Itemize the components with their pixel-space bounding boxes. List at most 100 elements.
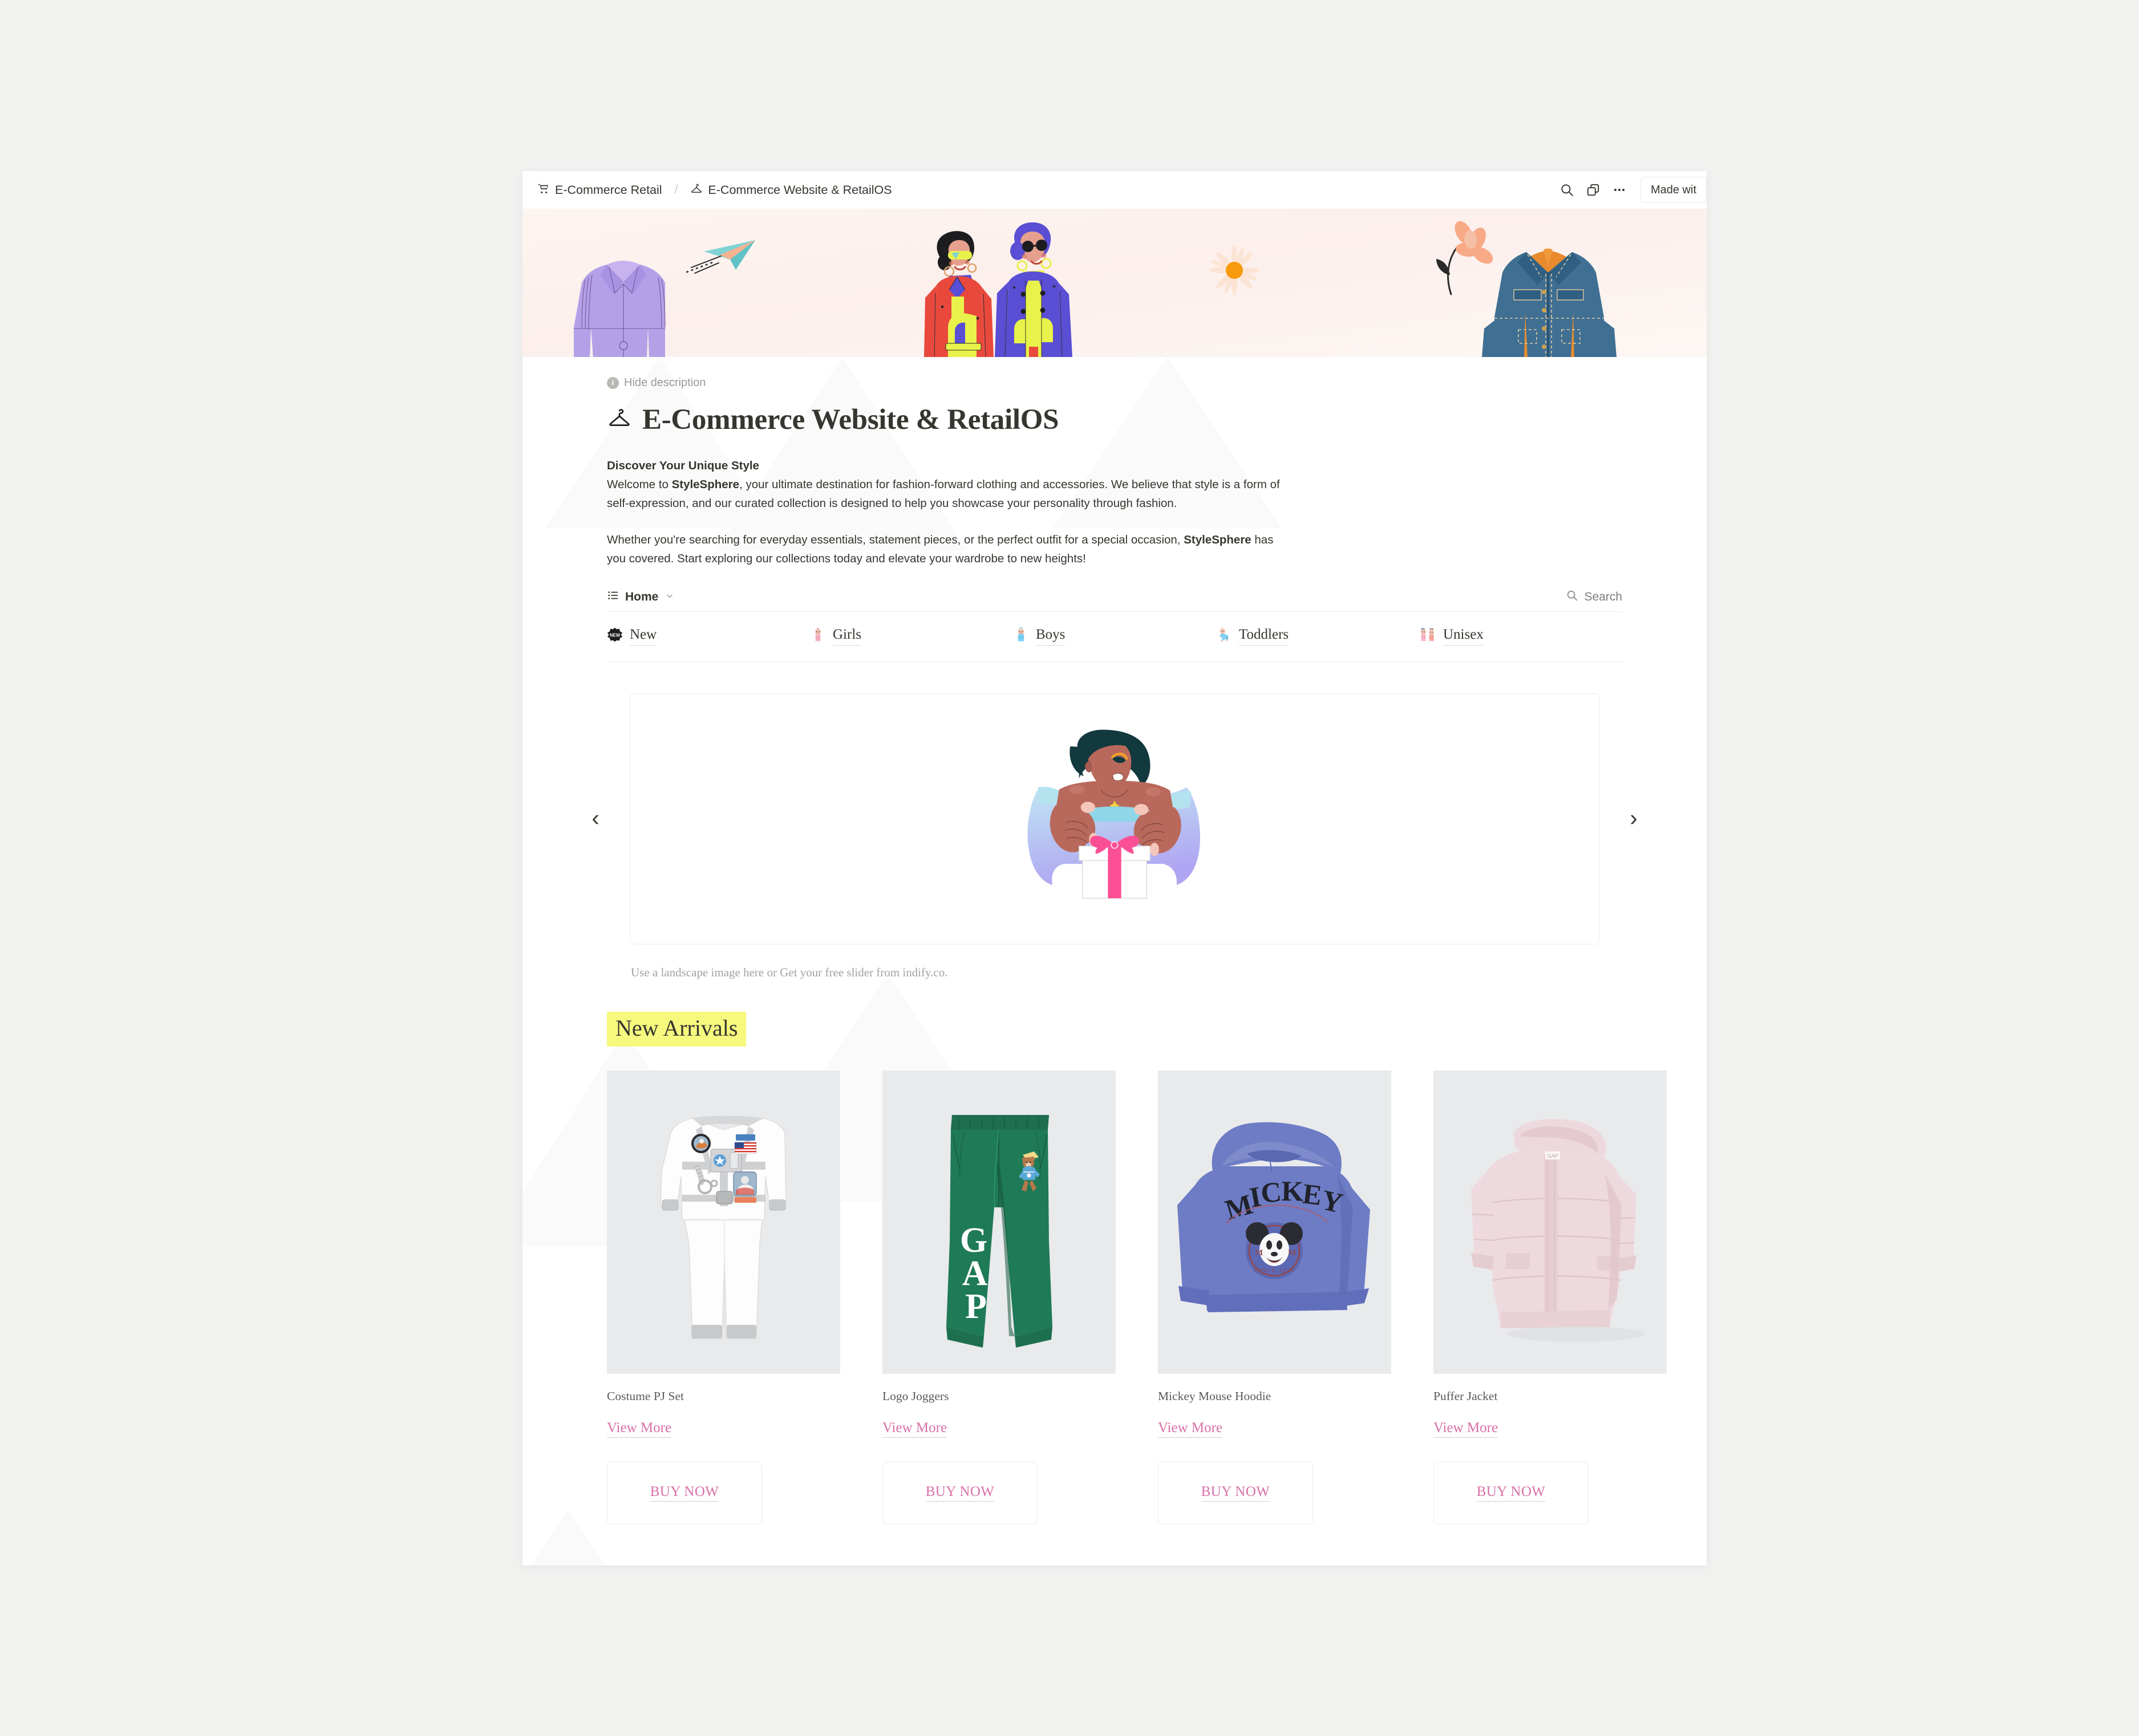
category-tab-label: Toddlers [1239,627,1289,646]
description-paragraph-2: Whether you're searching for everyday es… [607,530,1291,568]
product-card[interactable]: GAP Puffer Jacket View More BUY NOW [1433,1070,1667,1524]
svg-text:C: C [1259,1175,1283,1209]
svg-text:SINCE 1928: SINCE 1928 [1254,1267,1295,1274]
buy-now-label: BUY NOW [650,1484,719,1502]
product-card[interactable]: M I C K E Y M M SINCE 1928 Mickey Mouse … [1158,1070,1391,1524]
two-children-icon [1419,627,1436,645]
product-title: Puffer Jacket [1433,1389,1498,1403]
more-options-icon[interactable] [1606,177,1632,203]
view-more-link[interactable]: View More [1433,1420,1498,1438]
baby-girl-icon [810,627,826,645]
hide-description-toggle[interactable]: i Hide description [607,357,1622,390]
view-search-label: Search [1584,590,1622,603]
category-tab-label: Unisex [1443,627,1484,646]
category-tabs: NEW New Girls Boys Toddlers Unisex [607,612,1622,662]
view-more-link[interactable]: View More [607,1420,672,1438]
list-view-icon [607,589,619,605]
top-bar-actions: Made wit [1554,177,1707,203]
pink-puffer-jacket-illustration: GAP [1433,1070,1667,1374]
buy-now-label: BUY NOW [1476,1484,1546,1502]
cover-banner[interactable] [522,209,1707,357]
page-title[interactable]: E-Commerce Website & RetailOS [642,403,1059,436]
buy-now-button[interactable]: BUY NOW [1158,1461,1313,1524]
woman-holding-gift-illustration [1027,729,1200,899]
category-tab-toddlers[interactable]: Toddlers [1216,627,1419,646]
carousel-prev-button[interactable]: ‹ [580,803,611,835]
chevron-left-icon: ‹ [592,806,599,832]
search-icon [1566,589,1578,605]
category-tab-new[interactable]: NEW New [607,627,810,646]
clothes-hanger-icon [690,182,703,197]
svg-text:NEW: NEW [610,633,621,638]
product-title: Costume PJ Set [607,1389,684,1403]
desc-p1-pre: Welcome to [607,477,672,491]
new-badge-icon: NEW [607,627,623,645]
made-with-label: Made wit [1650,183,1696,196]
svg-text:M: M [1255,1248,1263,1258]
new-arrivals-label: New Arrivals [615,1015,738,1041]
carousel-slide[interactable] [630,693,1599,944]
category-tab-label: Girls [833,627,861,646]
made-with-badge[interactable]: Made wit [1640,177,1707,203]
carousel-next-button[interactable]: › [1618,803,1650,835]
chevron-down-icon[interactable] [665,591,674,603]
category-tab-unisex[interactable]: Unisex [1419,627,1622,646]
astronaut-costume-pajama-set-illustration [607,1070,840,1374]
hero-carousel: ‹ › [592,685,1638,953]
buy-now-button[interactable]: BUY NOW [1433,1461,1589,1524]
baby-boy-icon [1013,627,1029,645]
page-body: i Hide description E-Commerce Website & … [522,357,1707,1565]
info-icon: i [607,377,619,389]
cover-illustration [522,209,1707,357]
blue-mickey-mouse-hoodie-illustration: M I C K E Y M M SINCE 1928 [1158,1070,1391,1374]
hide-description-label: Hide description [624,376,706,389]
shopping-cart-icon [537,182,550,197]
buy-now-label: BUY NOW [925,1484,995,1502]
buy-now-label: BUY NOW [1201,1484,1270,1502]
buy-now-button[interactable]: BUY NOW [607,1461,762,1524]
category-tab-label: Boys [1036,627,1066,646]
category-tab-boys[interactable]: Boys [1013,627,1216,646]
carousel-caption: Use a landscape image here or Get your f… [631,965,948,979]
desc-p2-pre: Whether you're searching for everyday es… [607,533,1184,547]
product-title: Logo Joggers [882,1389,949,1403]
svg-text:P: P [965,1287,987,1326]
product-card[interactable]: G A P Logo Joggers View More BUY NOW [882,1070,1116,1524]
product-image-mickey-mouse-hoodie[interactable]: M I C K E Y M M SINCE 1928 [1158,1070,1391,1374]
view-more-link[interactable]: View More [882,1420,947,1438]
view-tab-label: Home [625,590,659,603]
clothes-hanger-icon[interactable] [607,405,632,435]
page-description: Discover Your Unique Style Welcome to St… [607,457,1291,569]
product-image-costume-pj-set[interactable] [607,1070,840,1374]
desc-p2-brand: StyleSphere [1184,533,1251,547]
description-paragraph-1: Welcome to StyleSphere, your ultimate de… [607,475,1291,513]
product-title: Mickey Mouse Hoodie [1158,1389,1271,1403]
page-title-row: E-Commerce Website & RetailOS [607,403,1622,436]
description-heading: Discover Your Unique Style [607,459,759,472]
product-image-logo-joggers[interactable]: G A P [882,1070,1116,1374]
chevron-right-icon: › [1630,806,1638,832]
new-arrivals-heading: New Arrivals [607,1011,747,1047]
top-bar: E-Commerce Retail / E-Commerce Website &… [522,171,1707,209]
svg-text:K: K [1281,1175,1304,1207]
duplicate-icon[interactable] [1580,177,1606,203]
buy-now-button[interactable]: BUY NOW [882,1461,1038,1524]
view-tab-home[interactable]: Home [607,589,674,605]
category-tab-label: New [630,627,657,646]
breadcrumb-separator: / [674,183,678,196]
green-gap-logo-joggers-illustration: G A P [882,1070,1116,1374]
svg-text:GAP: GAP [1547,1153,1558,1159]
product-card[interactable]: Costume PJ Set View More BUY NOW [607,1070,840,1524]
view-search-button[interactable]: Search [1566,589,1622,605]
notion-window: E-Commerce Retail / E-Commerce Website &… [522,171,1707,1565]
view-more-link[interactable]: View More [1158,1420,1223,1438]
svg-text:M: M [1288,1248,1296,1258]
search-icon[interactable] [1554,177,1580,203]
breadcrumb-item-retail[interactable]: E-Commerce Retail [555,183,662,197]
breadcrumb-item-website[interactable]: E-Commerce Website & RetailOS [708,183,892,197]
breadcrumb: E-Commerce Retail / E-Commerce Website &… [537,182,892,197]
product-image-puffer-jacket[interactable]: GAP [1433,1070,1667,1374]
desc-p1-brand: StyleSphere [671,477,740,491]
category-tab-girls[interactable]: Girls [810,627,1013,646]
product-grid: Costume PJ Set View More BUY NOW G A P L… [607,1070,1667,1524]
